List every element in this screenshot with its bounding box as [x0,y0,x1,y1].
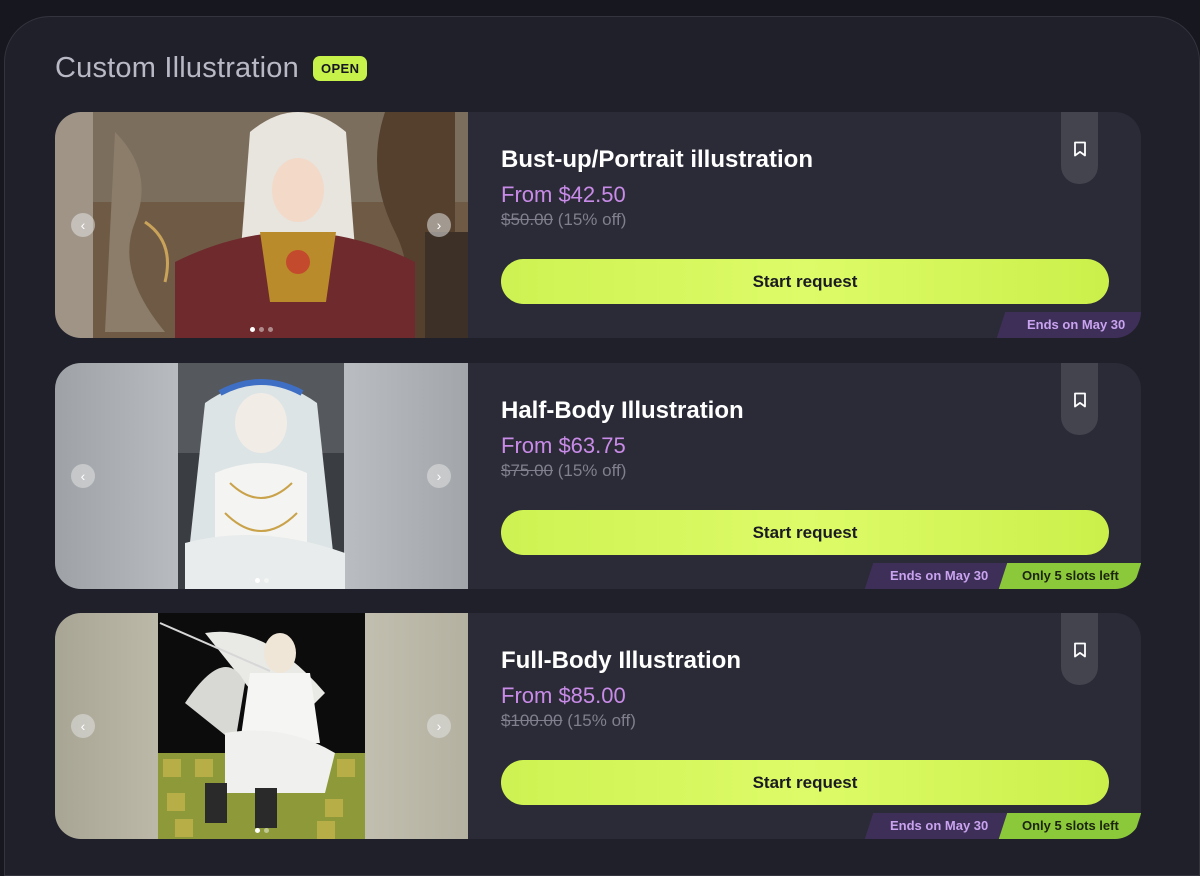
bookmark-button[interactable] [1061,613,1098,685]
ends-date-label: Ends on May 30 [889,818,989,833]
slots-left-tag: Only 5 slots left [998,563,1141,589]
slots-left-label: Only 5 slots left [1021,568,1119,583]
original-price-line: $100.00 (15% off) [501,711,741,731]
ends-date-label: Ends on May 30 [889,568,989,583]
carousel-dot[interactable] [250,327,255,332]
artwork-image [55,363,468,589]
carousel-dots [55,327,468,332]
original-price: $100.00 [501,711,563,730]
bookmark-button[interactable] [1061,112,1098,184]
ends-date-tag: Ends on May 30 [864,563,1014,589]
original-price: $50.00 [501,210,553,229]
carousel-next-button[interactable]: › [427,714,451,738]
carousel-dot[interactable] [263,828,269,833]
carousel-dots [55,828,468,833]
section-header: Custom Illustration OPEN [55,52,368,85]
discount-label: (15% off) [567,711,636,730]
start-request-button[interactable]: Start request [501,760,1109,805]
card-info: Half-Body Illustration From $63.75 $75.0… [501,397,744,481]
product-name: Half-Body Illustration [501,397,744,424]
carousel-prev-button[interactable]: ‹ [71,213,95,237]
ends-date-tag: Ends on May 30 [864,813,1014,839]
discount-label: (15% off) [557,210,627,229]
section-title: Custom Illustration [55,52,299,84]
status-badge: OPEN [312,56,368,81]
slots-left-label: Only 5 slots left [1021,818,1119,833]
original-price-line: $50.00 (15% off) [501,210,813,230]
slots-left-tag: Only 5 slots left [998,813,1141,839]
original-price: $75.00 [501,461,553,480]
product-name: Bust-up/Portrait illustration [501,146,813,173]
start-request-button[interactable]: Start request [501,259,1109,304]
carousel-prev-button[interactable]: ‹ [71,464,95,488]
bookmark-button[interactable] [1061,363,1098,435]
card-info: Full-Body Illustration From $85.00 $100.… [501,647,741,731]
carousel-dot[interactable] [254,828,260,833]
start-request-button[interactable]: Start request [501,510,1109,555]
product-price: From $63.75 [501,433,626,458]
original-price-line: $75.00 (15% off) [501,461,744,481]
artwork-image [55,112,468,338]
illustration-card-half-body: ‹ › Half-Body Illustration From $63.75 $… [55,363,1141,589]
carousel-dot[interactable] [259,327,264,332]
product-name: Full-Body Illustration [501,647,741,674]
carousel: ‹ › [55,112,468,338]
product-price: From $42.50 [501,182,626,207]
bookmark-icon [1073,642,1086,658]
carousel-next-button[interactable]: › [427,464,451,488]
discount-label: (15% off) [557,461,627,480]
illustration-card-full-body: ‹ › Full-Body Illustration From $85.00 $… [55,613,1141,839]
carousel: ‹ › [55,613,468,839]
carousel-dots [55,578,468,583]
bookmark-icon [1073,141,1086,157]
card-info: Bust-up/Portrait illustration From $42.5… [501,146,813,230]
carousel-prev-button[interactable]: ‹ [71,714,95,738]
carousel-next-button[interactable]: › [427,213,451,237]
illustration-card-bust-up: ‹ › Bust-up/Portrait illustration From $… [55,112,1141,338]
carousel-dot[interactable] [254,578,260,583]
ends-date-label: Ends on May 30 [1026,317,1126,332]
product-price: From $85.00 [501,683,626,708]
carousel-dot[interactable] [268,327,273,332]
bookmark-icon [1073,392,1086,408]
artwork-image [55,613,468,839]
carousel: ‹ › [55,363,468,589]
carousel-dot[interactable] [263,578,269,583]
ends-date-tag: Ends on May 30 [996,312,1141,338]
